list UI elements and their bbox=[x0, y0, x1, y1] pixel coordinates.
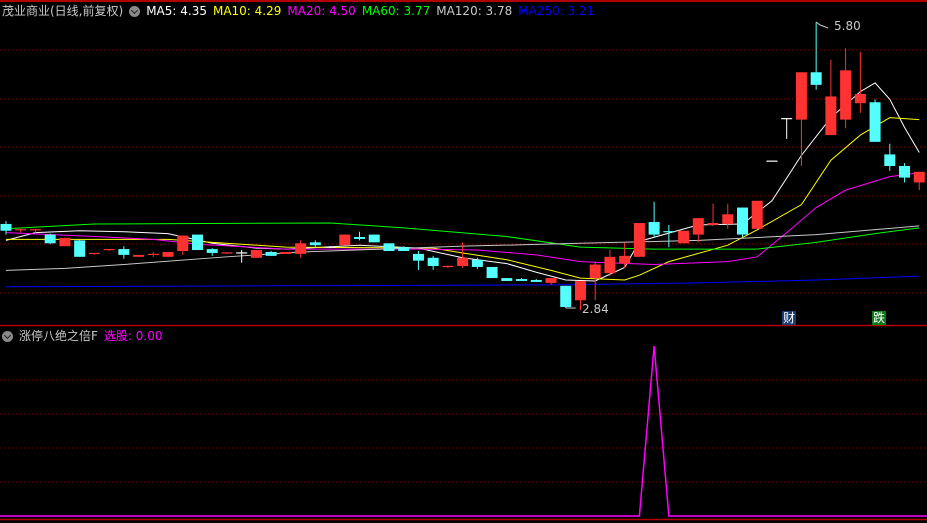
candle-body bbox=[913, 171, 925, 183]
candle-body bbox=[560, 285, 572, 308]
candle-body bbox=[309, 242, 321, 246]
candle-body bbox=[619, 255, 631, 264]
candle-body bbox=[295, 243, 307, 254]
candle-body bbox=[339, 234, 351, 246]
chevron-down-icon[interactable] bbox=[129, 5, 141, 17]
candle-body bbox=[74, 240, 86, 257]
candle-body bbox=[530, 280, 542, 282]
candle-body bbox=[44, 234, 56, 244]
candle-body bbox=[427, 257, 439, 266]
candle-body bbox=[633, 222, 645, 257]
candle-body bbox=[707, 222, 719, 225]
candle-body bbox=[854, 94, 866, 104]
candle-body bbox=[486, 266, 498, 279]
candle-body bbox=[604, 256, 616, 274]
ma250-label: MA250: 3.21 bbox=[518, 4, 595, 18]
candle-body bbox=[840, 70, 852, 120]
ma120-label: MA120: 3.78 bbox=[436, 4, 513, 18]
candle-body bbox=[162, 251, 174, 257]
candle-body bbox=[678, 230, 690, 244]
candle-body bbox=[692, 218, 704, 235]
indicator-header: 涨停八绝之倍F 选股: 0.00 bbox=[2, 328, 168, 344]
chevron-down-icon[interactable] bbox=[2, 330, 13, 342]
indicator-title: 涨停八绝之倍F bbox=[19, 329, 98, 343]
candle-body bbox=[118, 249, 130, 255]
candle-body bbox=[810, 72, 822, 85]
ma10-label: MA10: 4.29 bbox=[212, 4, 282, 18]
high-marker-arrow bbox=[815, 21, 829, 29]
stock-title: 茂业商业(日线,前复权) bbox=[2, 4, 124, 18]
candle-body bbox=[516, 279, 528, 281]
candle-body bbox=[250, 250, 262, 258]
low-price-label: 2.84 bbox=[582, 302, 609, 316]
candle-body bbox=[191, 234, 203, 251]
candle-body bbox=[869, 102, 881, 142]
candle-body bbox=[206, 249, 218, 253]
candle-body bbox=[177, 235, 189, 252]
candle-body bbox=[471, 259, 483, 267]
candle-body bbox=[648, 222, 660, 235]
ma20-label: MA20: 4.50 bbox=[287, 4, 356, 18]
candle-body bbox=[59, 237, 71, 247]
candle-body bbox=[899, 165, 911, 178]
indicator-line bbox=[0, 345, 927, 517]
candle-body bbox=[545, 278, 557, 283]
candle-body bbox=[368, 234, 380, 243]
candle-body bbox=[589, 264, 601, 279]
candle-body bbox=[737, 207, 748, 235]
candlestick-chart[interactable] bbox=[0, 0, 927, 523]
candle-body bbox=[280, 251, 292, 254]
candle-body bbox=[722, 214, 734, 224]
candle-body bbox=[501, 278, 513, 281]
high-price-label: 5.80 bbox=[834, 19, 861, 33]
finance-tag[interactable]: 财 bbox=[782, 311, 797, 325]
candle-body bbox=[133, 254, 145, 257]
candle-body bbox=[574, 280, 586, 301]
candle-body bbox=[0, 223, 12, 231]
candle-body bbox=[751, 200, 763, 229]
ma-line-ma250 bbox=[5, 275, 920, 288]
candle-body bbox=[884, 154, 896, 166]
candle-body bbox=[265, 251, 277, 256]
candle-body bbox=[398, 247, 410, 252]
drop-tag[interactable]: 跌 bbox=[872, 311, 887, 325]
ma60-label: MA60: 3.77 bbox=[361, 4, 431, 18]
main-chart-header: 茂业商业(日线,前复权) MA5: 4.35 MA10: 4.29 MA20: … bbox=[2, 3, 600, 19]
indicator-value: 选股: 0.00 bbox=[103, 329, 163, 343]
candle-body bbox=[457, 257, 469, 266]
candle-body bbox=[825, 96, 837, 136]
ma5-label: MA5: 4.35 bbox=[146, 4, 207, 18]
candle-body bbox=[383, 243, 395, 252]
candle-body bbox=[795, 72, 807, 120]
candle-body bbox=[412, 253, 424, 261]
candle-body bbox=[354, 237, 366, 239]
